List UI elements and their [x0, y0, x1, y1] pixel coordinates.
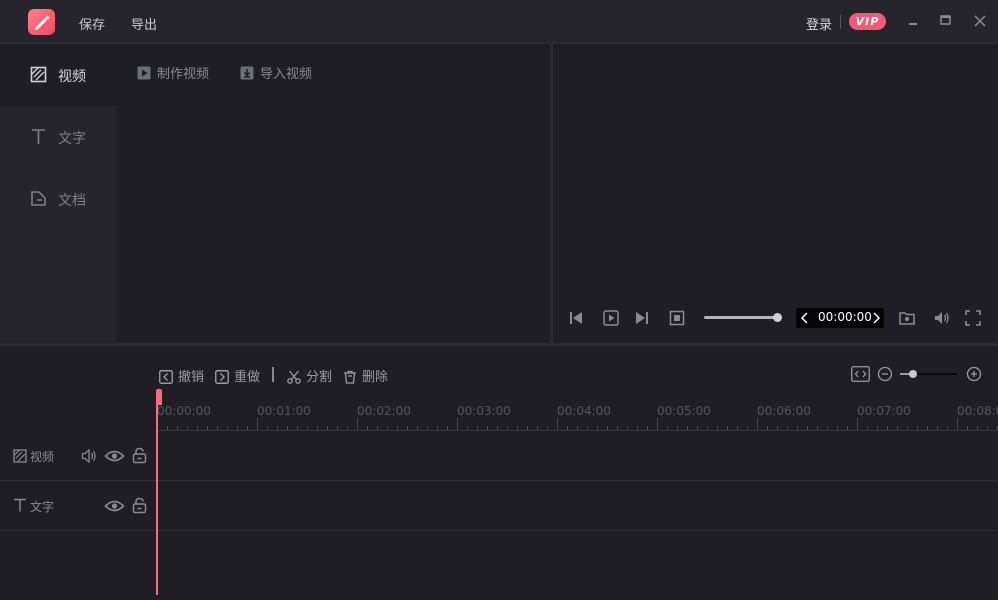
redo-button[interactable]: 重做	[215, 366, 260, 385]
skip-back-icon[interactable]	[567, 309, 585, 327]
maximize-icon	[940, 15, 951, 25]
split-label: 分割	[306, 370, 333, 385]
play-square-icon	[137, 66, 151, 80]
sidebar-item-label: 视频	[58, 69, 86, 85]
save-menu[interactable]: 保存	[79, 14, 105, 33]
video-icon	[30, 66, 47, 83]
ruler-tick-label: 00:00:00	[157, 404, 211, 418]
make-video-label: 制作视频	[157, 67, 210, 82]
import-video-button[interactable]: 导入视频	[240, 63, 312, 82]
play-icon[interactable]	[602, 309, 620, 327]
zoom-out-icon[interactable]	[877, 366, 893, 382]
document-icon	[31, 191, 46, 206]
chevron-right-icon[interactable]	[870, 311, 882, 325]
login-link[interactable]: 登录	[806, 14, 832, 33]
sidebar-item-text[interactable]: 文字	[0, 106, 116, 168]
ruler-tick-label: 00:03:00	[457, 404, 511, 418]
make-video-button[interactable]: 制作视频	[137, 63, 209, 82]
ruler-tick-label: 00:04:00	[557, 404, 611, 418]
close-icon	[974, 15, 986, 27]
eye-icon[interactable]	[104, 448, 125, 464]
delete-button[interactable]: 删除	[343, 366, 388, 385]
import-video-label: 导入视频	[260, 67, 313, 82]
redo-icon	[215, 370, 229, 384]
export-menu[interactable]: 导出	[131, 14, 157, 33]
ruler-tick-label: 00:06:00	[757, 404, 811, 418]
unlock-icon[interactable]	[132, 447, 147, 464]
folder-icon[interactable]	[898, 309, 916, 327]
ruler-tick-label: 00:01:00	[257, 404, 311, 418]
vip-badge[interactable]: VIP	[849, 13, 886, 30]
eye-icon[interactable]	[104, 498, 125, 514]
import-icon	[240, 66, 254, 80]
minimize-button[interactable]	[903, 11, 923, 31]
ruler-tick-label: 00:05:00	[657, 404, 711, 418]
volume-icon[interactable]	[81, 448, 98, 464]
current-time: 00:00:00	[818, 310, 872, 324]
preview-panel	[553, 44, 998, 343]
scissors-icon	[287, 370, 301, 384]
sidebar-item-document[interactable]: 文档	[0, 168, 116, 230]
text-icon	[32, 129, 45, 144]
fullscreen-icon[interactable]	[964, 309, 982, 327]
stop-icon[interactable]	[668, 309, 686, 327]
skip-forward-icon[interactable]	[633, 309, 651, 327]
sidebar-item-label: 文字	[58, 131, 86, 147]
playhead-handle[interactable]	[156, 389, 162, 405]
undo-button[interactable]: 撤销	[159, 366, 204, 385]
seek-bar[interactable]	[704, 316, 776, 319]
redo-label: 重做	[234, 370, 261, 385]
text-icon	[14, 498, 26, 512]
video-icon	[13, 449, 27, 463]
undo-icon	[159, 370, 173, 384]
sidebar-item-video[interactable]: 视频	[0, 44, 116, 106]
ruler-baseline	[157, 430, 998, 431]
timeline-divider[interactable]	[0, 343, 998, 346]
pen-icon	[35, 15, 50, 30]
app-logo	[28, 9, 55, 35]
track-separator	[0, 530, 998, 531]
toolbar-divider	[272, 367, 274, 382]
zoom-in-icon[interactable]	[966, 366, 982, 382]
seek-handle[interactable]	[773, 313, 782, 322]
sidebar-item-label: 文档	[58, 193, 86, 209]
fit-timeline-icon[interactable]	[851, 366, 870, 382]
track-label: 视频	[30, 450, 55, 464]
playhead[interactable]	[156, 391, 158, 595]
ruler-tick-label: 00:08:00	[957, 404, 998, 418]
zoom-slider-handle[interactable]	[909, 370, 917, 378]
ruler-tick-label: 00:07:00	[857, 404, 911, 418]
divider	[840, 15, 841, 29]
split-button[interactable]: 分割	[287, 366, 332, 385]
minimize-icon	[909, 23, 917, 25]
ruler-tick-label: 00:02:00	[357, 404, 411, 418]
delete-label: 删除	[362, 370, 389, 385]
undo-label: 撤销	[178, 370, 205, 385]
track-label: 文字	[30, 500, 55, 514]
volume-icon[interactable]	[933, 309, 951, 327]
media-panel	[116, 44, 550, 343]
maximize-button[interactable]	[935, 11, 955, 31]
chevron-left-icon[interactable]	[799, 311, 811, 325]
close-button[interactable]	[970, 11, 990, 31]
unlock-icon[interactable]	[132, 497, 147, 514]
trash-icon	[344, 370, 356, 384]
